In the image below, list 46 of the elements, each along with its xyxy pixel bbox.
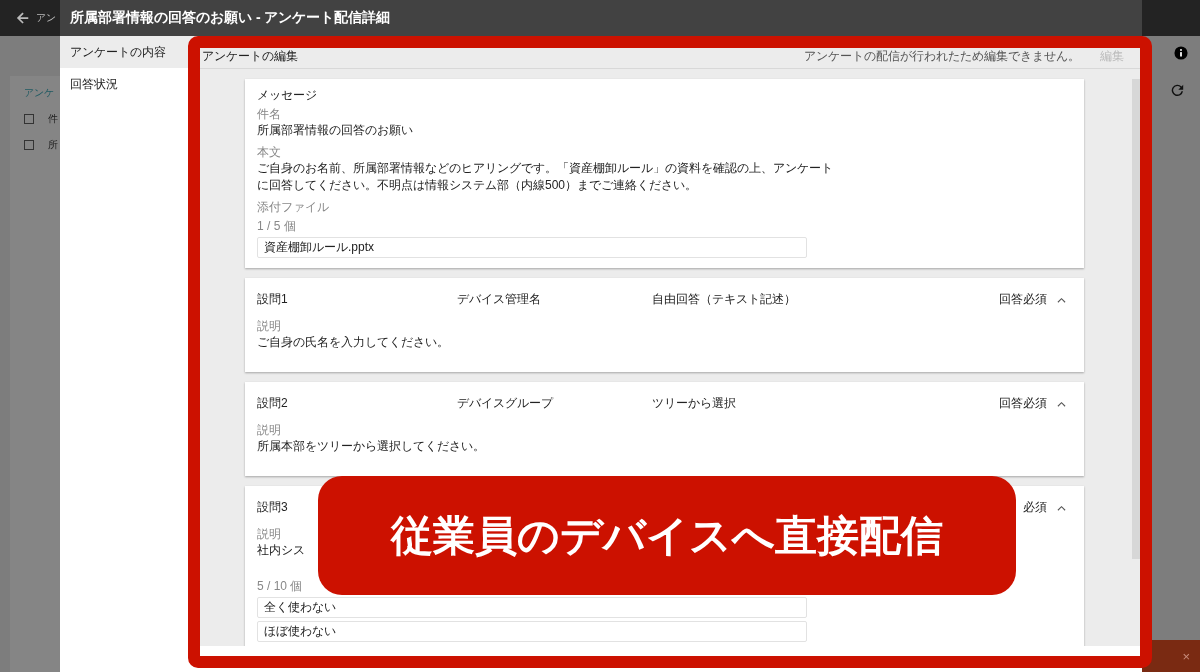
required-label: 回答必須 (999, 292, 1047, 307)
chevron-icon[interactable] (1057, 400, 1066, 407)
question-number: 設問3 (257, 500, 289, 515)
file-count: 1 / 5 個 (257, 219, 296, 234)
table-cell: 所 (48, 138, 58, 152)
field-label: 説明 (257, 527, 281, 542)
answer-type: ツリーから選択 (652, 396, 736, 410)
question-name: デバイスグループ (457, 396, 553, 410)
question-description: 所属本部をツリーから選択してください。 (257, 438, 485, 455)
notice-text: アンケートの配信が行われたため編集できません。 (804, 47, 1080, 65)
field-label: 件名 (257, 107, 281, 122)
choice-option: 全く使わない (257, 597, 807, 618)
choice-count: 5 / 10 個 (257, 579, 303, 594)
checkbox[interactable] (24, 114, 34, 124)
attachment-file[interactable]: 資産棚卸ルール.pptx (257, 237, 807, 258)
nav-item[interactable]: アンケートの内容 (60, 36, 190, 68)
question-description: 社内シス (257, 542, 305, 559)
field-label: 添付ファイル (257, 200, 329, 215)
dialog-title: 所属部署情報の回答のお願い - アンケート配信詳細 (70, 9, 391, 27)
choice-option: ほぼ使わない (257, 621, 807, 642)
back-arrow-icon[interactable] (16, 11, 30, 25)
field-label: 説明 (257, 423, 281, 438)
field-value: 所属部署情報の回答のお願い (257, 122, 413, 139)
chevron-icon[interactable] (1057, 504, 1066, 511)
field-value: ご自身のお名前、所属部署情報などのヒアリングです。「資産棚卸ルール」の資料を確認の上、アンケートに回答してください。不明点は情報システム部（内線500）までご連絡ください。 (257, 160, 834, 194)
checkbox[interactable] (24, 140, 34, 150)
chevron-icon[interactable] (1057, 296, 1066, 303)
card-heading: メッセージ (257, 88, 317, 103)
question-number: 設問1 (257, 292, 289, 307)
nav-item[interactable]: 回答状況 (60, 68, 190, 100)
refresh-icon[interactable] (1171, 84, 1184, 97)
editor-title: アンケートの編集 (202, 47, 298, 65)
question-name: デバイス管理名 (457, 292, 541, 306)
callout-text: 従業員のデバイスへ直接配信 (391, 510, 943, 561)
required-label: 必須 (1023, 500, 1047, 515)
field-label: 説明 (257, 319, 281, 334)
required-label: 回答必須 (999, 396, 1047, 411)
question-number: 設問2 (257, 396, 289, 411)
question-description: ご自身の氏名を入力してください。 (257, 334, 449, 351)
field-label: 本文 (257, 145, 281, 160)
answer-type: 自由回答（テキスト記述） (652, 292, 796, 306)
page-title: アン (36, 11, 56, 25)
info-icon[interactable] (1174, 46, 1188, 60)
column-header: 件 (48, 112, 58, 126)
close-button[interactable]: × (1182, 648, 1190, 664)
scrollbar[interactable] (1132, 79, 1140, 559)
